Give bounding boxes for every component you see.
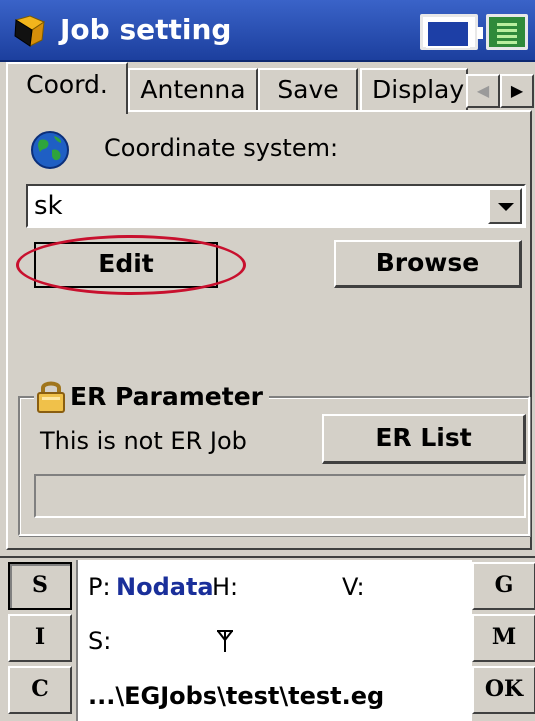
tab-coord[interactable]: Coord. [6, 62, 128, 114]
browse-button[interactable]: Browse [334, 240, 522, 288]
title-bar: Job setting [0, 0, 535, 62]
m-button[interactable]: M [472, 614, 535, 662]
job-path: ...\EGJobs\test\test.eg [88, 682, 385, 710]
er-parameter-title: ER Parameter [70, 381, 263, 411]
bottom-separator [0, 556, 535, 558]
tab-display[interactable]: Display [360, 68, 468, 112]
tab-scroll-arrows: ◀ ▶ [466, 74, 534, 110]
battery-icon[interactable] [420, 14, 483, 50]
highlight-ellipse [16, 235, 246, 295]
tab-scroll-right-icon[interactable]: ▶ [500, 74, 534, 108]
tab-scroll-left-icon[interactable]: ◀ [466, 74, 500, 108]
globe-icon [31, 131, 69, 169]
coordinate-system-value: sk [34, 191, 63, 221]
status-panel: P: Nodata H: V: S: ...\EGJobs\test\test.… [76, 560, 472, 721]
p-value: Nodata [116, 573, 214, 601]
window-title: Job setting [60, 13, 232, 46]
lock-icon [37, 381, 65, 413]
i-button[interactable]: I [8, 614, 72, 662]
ok-button[interactable]: OK [472, 666, 535, 714]
h-label: H: [212, 573, 239, 601]
v-label: V: [342, 573, 365, 601]
tab-antenna[interactable]: Antenna [128, 68, 258, 112]
notes-icon[interactable] [486, 14, 528, 50]
tab-save[interactable]: Save [258, 68, 358, 112]
c-button[interactable]: C [8, 666, 72, 714]
antenna-icon [217, 630, 233, 652]
er-status-text: This is not ER Job [40, 427, 247, 455]
er-list-button[interactable]: ER List [322, 414, 526, 464]
g-button[interactable]: G [472, 562, 535, 610]
s-label: S: [88, 627, 112, 655]
tab-strip: Coord. Antenna Save Display ◀ ▶ [0, 62, 535, 114]
p-label: P: [88, 573, 111, 601]
er-parameter-legend: ER Parameter [34, 376, 269, 416]
job-setting-icon [14, 15, 46, 47]
s-button[interactable]: S [8, 562, 72, 610]
er-field [34, 474, 526, 518]
coordinate-system-select[interactable]: sk [26, 184, 526, 228]
chevron-down-icon[interactable] [488, 188, 522, 224]
coordinate-system-label: Coordinate system: [104, 134, 339, 162]
